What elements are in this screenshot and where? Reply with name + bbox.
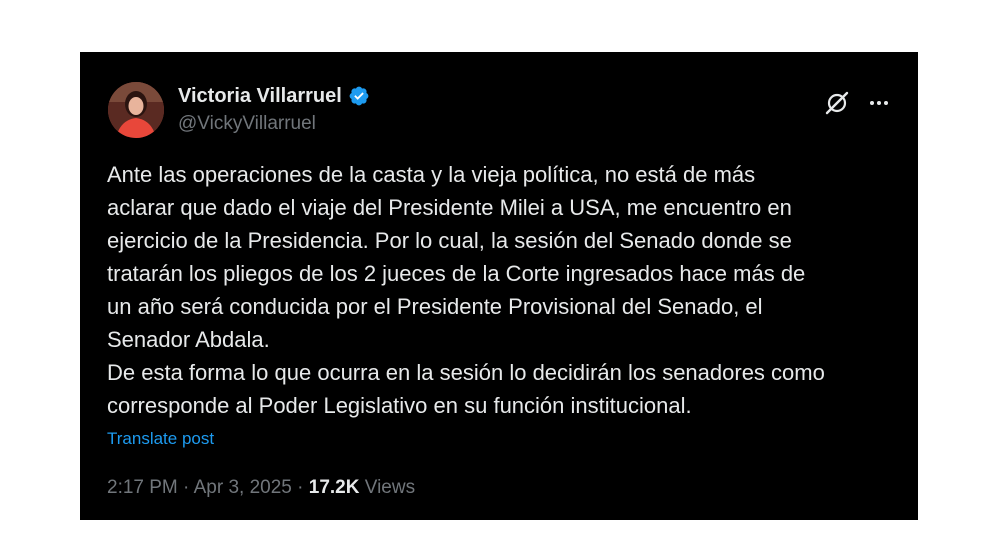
tweet-card: Victoria Villarruel @VickyVillarruel Ant…: [80, 52, 918, 520]
author-name-row: Victoria Villarruel: [178, 84, 370, 108]
avatar[interactable]: [108, 82, 164, 138]
views-label: Views: [364, 477, 416, 498]
grok-icon[interactable]: [824, 90, 850, 116]
author-handle[interactable]: @VickyVillarruel: [178, 112, 316, 136]
tweet-date[interactable]: Apr 3, 2025: [194, 477, 292, 498]
views-count[interactable]: 17.2K: [309, 477, 360, 498]
meta-separator: ·: [297, 477, 304, 498]
verified-badge-icon: [348, 85, 370, 107]
translate-post-link[interactable]: Translate post: [107, 428, 214, 450]
meta-separator: ·: [183, 477, 190, 498]
tweet-meta: 2:17 PM · Apr 3, 2025 · 17.2K Views: [107, 476, 415, 500]
more-options-icon[interactable]: [866, 90, 892, 116]
tweet-time[interactable]: 2:17 PM: [107, 477, 178, 498]
tweet-text: Ante las operaciones de la casta y la vi…: [107, 162, 825, 418]
author-display-name[interactable]: Victoria Villarruel: [178, 84, 342, 108]
